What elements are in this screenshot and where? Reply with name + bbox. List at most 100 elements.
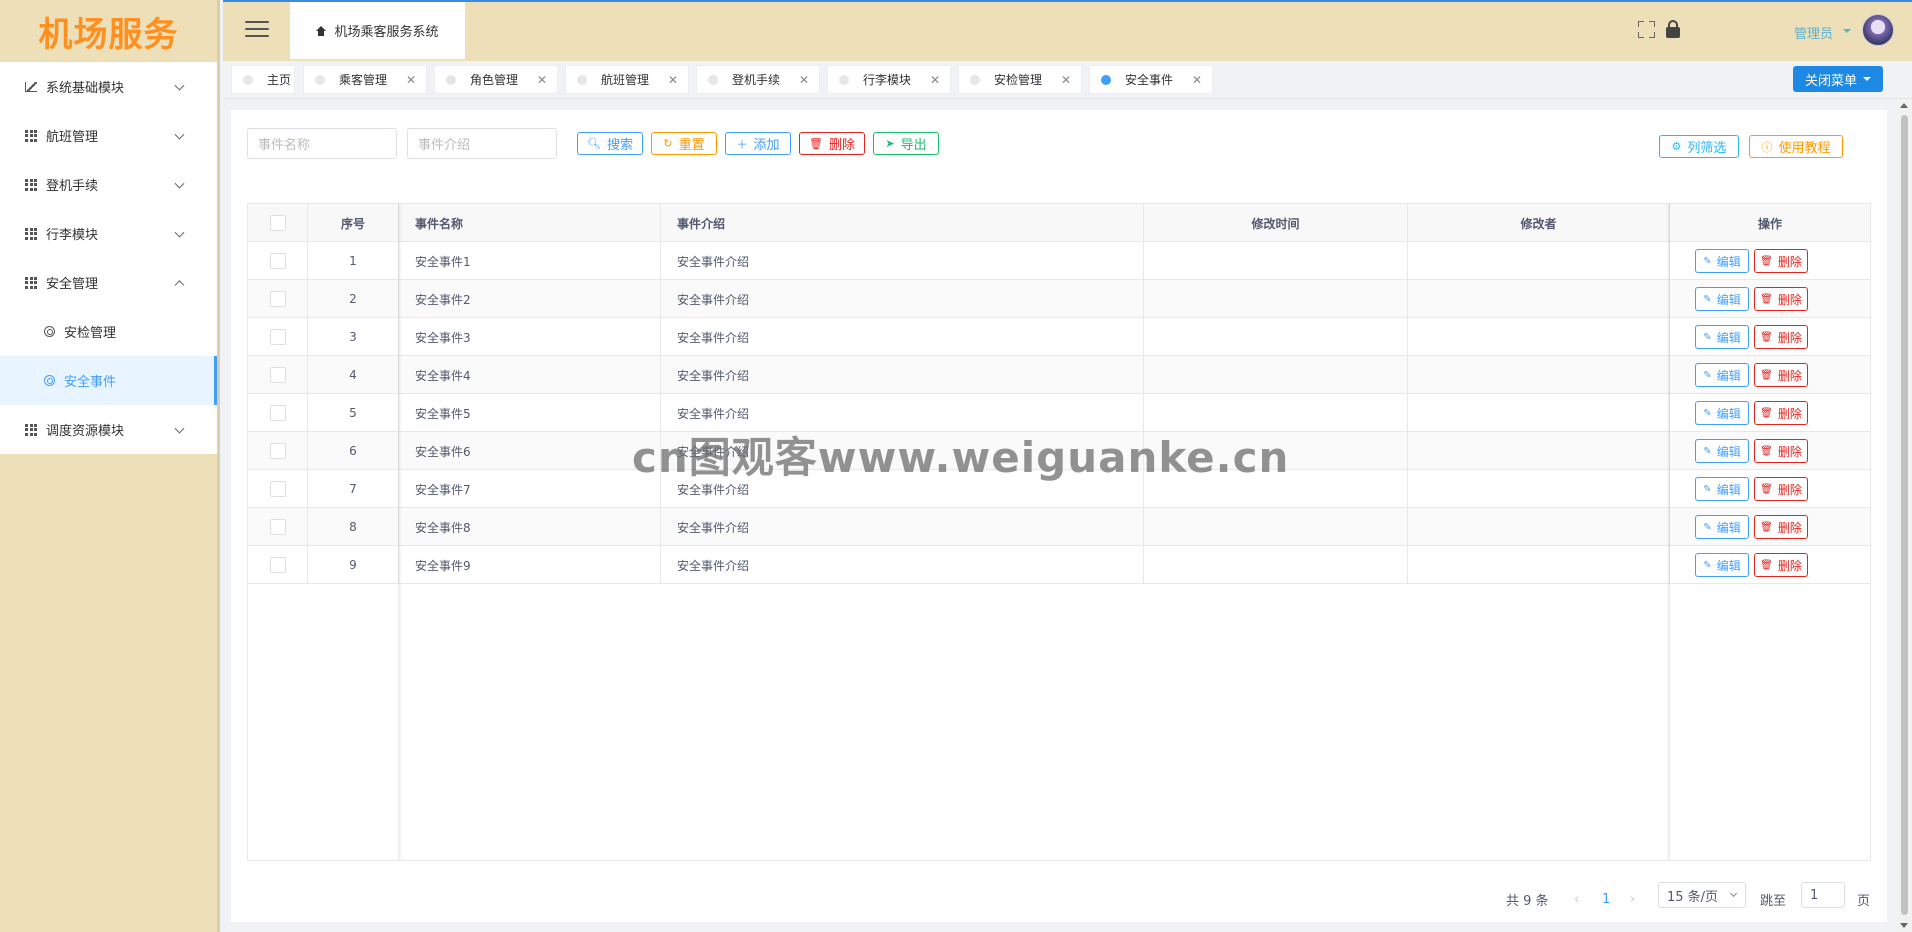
sidebar-item-luggage[interactable]: 行李模块 [0,209,217,258]
edit-button[interactable]: ✎ 编辑 [1695,287,1749,311]
row-checkbox[interactable] [269,367,286,383]
row-checkbox[interactable] [269,253,286,269]
row-checkbox[interactable] [269,519,286,535]
tab-status-dot [839,74,849,85]
reset-button[interactable]: ↻ 重置 [651,132,717,155]
lock-icon[interactable] [1666,20,1680,38]
row-delete-button[interactable]: 🗑︎ 删除 [1754,477,1808,501]
sidebar-item-system-basic[interactable]: 系统基础模块 [0,62,217,111]
cell-no: 4 [308,356,399,394]
user-name[interactable]: 管理员 [1794,23,1833,42]
edit-button[interactable]: ✎ 编辑 [1695,515,1749,539]
close-icon[interactable]: ✕ [930,73,940,87]
sidebar-item-security-event[interactable]: 安全事件 [0,356,217,405]
vertical-scrollbar[interactable] [1897,99,1912,932]
table-row[interactable]: 4 安全事件4 安全事件介绍 ✎ 编辑 🗑︎ 删除 [248,356,1870,394]
edit-button[interactable]: ✎ 编辑 [1695,363,1749,387]
close-menu-label: 关闭菜单 [1804,73,1857,89]
tab-security-check[interactable]: 安检管理 ✕ [958,65,1082,94]
row-select-cell [248,280,308,318]
row-checkbox[interactable] [269,443,286,459]
search-button[interactable]: 🔍︎ 搜索 [577,132,643,155]
table-row[interactable]: 1 安全事件1 安全事件介绍 ✎ 编辑 🗑︎ 删除 [248,242,1870,280]
caret-down-icon[interactable] [1843,29,1851,33]
cell-actions: ✎ 编辑 🗑︎ 删除 [1670,432,1870,470]
cell-intro: 安全事件介绍 [661,280,1144,318]
row-select-cell [248,318,308,356]
cell-actions: ✎ 编辑 🗑︎ 删除 [1670,508,1870,546]
tab-label: 登机手续 [732,73,781,87]
tab-status-dot [243,74,253,85]
sidebar-item-boarding[interactable]: 登机手续 [0,160,217,209]
add-button-label: 添加 [753,138,780,153]
home-tab-label: 机场乘客服务系统 [334,25,439,40]
table-row[interactable]: 9 安全事件9 安全事件介绍 ✎ 编辑 🗑︎ 删除 [248,546,1870,584]
sidebar-item-security-check[interactable]: 安检管理 [0,307,217,356]
page-number[interactable]: 1 [1602,886,1610,912]
edit-icon: ✎ [1703,293,1712,305]
avatar[interactable] [1862,14,1894,46]
row-checkbox[interactable] [269,557,286,573]
tutorial-button[interactable]: ⓘ 使用教程 [1749,135,1843,158]
row-delete-label: 删除 [1777,368,1802,383]
edit-button[interactable]: ✎ 编辑 [1695,249,1749,273]
page-size-select[interactable]: 15 条/页 [1658,882,1746,908]
close-icon[interactable]: ✕ [537,73,547,87]
prev-page-icon[interactable]: ‹ [1574,886,1579,912]
edit-button[interactable]: ✎ 编辑 [1695,325,1749,349]
row-checkbox[interactable] [269,329,286,345]
row-delete-button[interactable]: 🗑︎ 删除 [1754,287,1808,311]
table-row[interactable]: 3 安全事件3 安全事件介绍 ✎ 编辑 🗑︎ 删除 [248,318,1870,356]
row-delete-button[interactable]: 🗑︎ 删除 [1754,325,1808,349]
edit-button[interactable]: ✎ 编辑 [1695,553,1749,577]
export-button[interactable]: ➤ 导出 [873,132,939,155]
next-page-icon[interactable]: › [1630,886,1635,912]
row-delete-button[interactable]: 🗑︎ 删除 [1754,553,1808,577]
cell-actions: ✎ 编辑 🗑︎ 删除 [1670,546,1870,584]
tab-boarding[interactable]: 登机手续 ✕ [696,65,820,94]
row-checkbox[interactable] [269,405,286,421]
close-icon[interactable]: ✕ [1061,73,1071,87]
table-row[interactable]: 2 安全事件2 安全事件介绍 ✎ 编辑 🗑︎ 删除 [248,280,1870,318]
tab-label: 角色管理 [470,73,519,87]
tab-role[interactable]: 角色管理 ✕ [434,65,558,94]
delete-button[interactable]: 🗑︎ 删除 [799,132,865,155]
edit-button[interactable]: ✎ 编辑 [1695,439,1749,463]
sidebar-item-flight[interactable]: 航班管理 [0,111,217,160]
sidebar-item-dispatch[interactable]: 调度资源模块 [0,405,217,454]
row-delete-button[interactable]: 🗑︎ 删除 [1754,439,1808,463]
tab-home[interactable]: 主页 [231,65,295,94]
row-delete-button[interactable]: 🗑︎ 删除 [1754,401,1808,425]
tab-passenger[interactable]: 乘客管理 ✕ [303,65,427,94]
close-icon[interactable]: ✕ [668,73,678,87]
home-tab[interactable]: 机场乘客服务系统 [290,2,465,59]
row-delete-button[interactable]: 🗑︎ 删除 [1754,515,1808,539]
close-menu-button[interactable]: 关闭菜单 [1793,66,1883,92]
tab-luggage[interactable]: 行李模块 ✕ [827,65,951,94]
fullscreen-icon[interactable] [1638,21,1655,38]
edit-button[interactable]: ✎ 编辑 [1695,477,1749,501]
row-delete-button[interactable]: 🗑︎ 删除 [1754,249,1808,273]
add-button[interactable]: ＋ 添加 [725,132,791,155]
scrollbar-thumb[interactable] [1901,115,1908,915]
event-name-input[interactable]: 事件名称 [247,128,397,159]
edit-button[interactable]: ✎ 编辑 [1695,401,1749,425]
tab-flight[interactable]: 航班管理 ✕ [565,65,689,94]
event-intro-input[interactable]: 事件介绍 [407,128,557,159]
table-row[interactable]: 8 安全事件8 安全事件介绍 ✎ 编辑 🗑︎ 删除 [248,508,1870,546]
sidebar-item-security[interactable]: 安全管理 [0,258,217,307]
row-checkbox[interactable] [269,481,286,497]
close-icon[interactable]: ✕ [1192,73,1202,87]
close-icon[interactable]: ✕ [406,73,416,87]
select-all-checkbox[interactable] [269,215,286,231]
scroll-up-icon[interactable] [1900,103,1908,108]
jump-page-input[interactable]: 1 [1801,882,1845,908]
row-delete-button[interactable]: 🗑︎ 删除 [1754,363,1808,387]
column-filter-button[interactable]: ⚙ 列筛选 [1659,135,1739,158]
row-select-cell [248,394,308,432]
hamburger-menu-icon[interactable] [245,21,269,39]
tab-security-event[interactable]: 安全事件 ✕ [1089,65,1213,94]
row-checkbox[interactable] [269,291,286,307]
close-icon[interactable]: ✕ [799,73,809,87]
scroll-down-icon[interactable] [1900,923,1908,928]
